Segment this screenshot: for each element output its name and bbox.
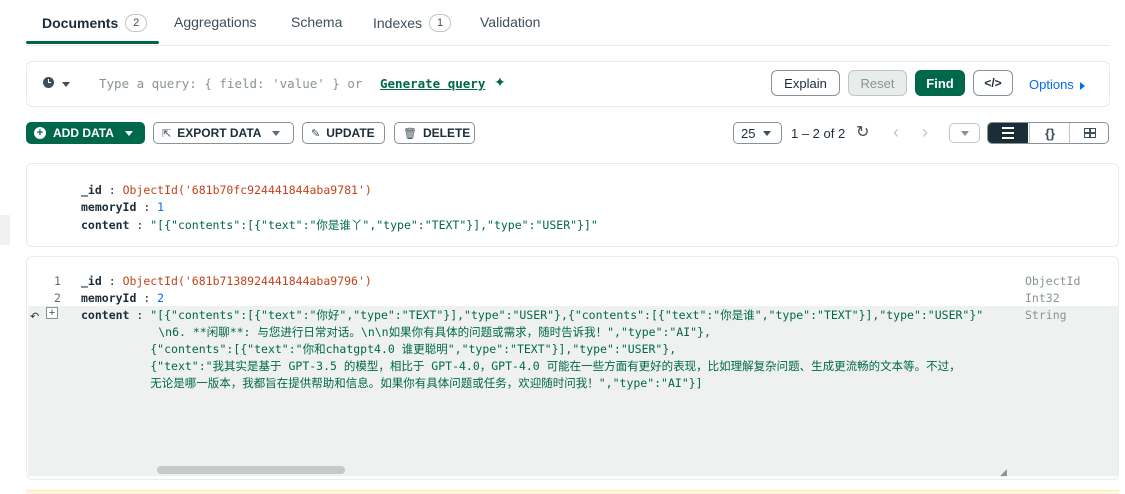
field-row: memoryId : 2: [81, 291, 165, 305]
field-type: String: [1025, 308, 1067, 322]
explain-button[interactable]: Explain: [771, 70, 840, 96]
field-value: ObjectId('681b7138924441844aba9796'): [122, 274, 372, 288]
content-field[interactable]: content : "[{"contents":[{"text":"你好","t…: [81, 307, 983, 392]
pagination-range: 1 – 2 of 2: [791, 126, 846, 141]
tab-indexes[interactable]: Indexes 1: [373, 14, 452, 32]
tab-label: Aggregations: [174, 14, 257, 30]
field-key: content: [81, 218, 130, 232]
field-key: _id: [81, 183, 102, 197]
chevron-down-icon: [763, 130, 772, 136]
tab-aggregations[interactable]: Aggregations: [174, 14, 257, 30]
view-toggle-group: {}: [987, 122, 1109, 144]
content-line: {"contents":[{"text":"你和chatgpt4.0 谁更聪明"…: [150, 342, 677, 356]
field-key: _id: [81, 274, 102, 288]
field-row: memoryId : 1: [81, 200, 165, 214]
chevron-down-icon: [961, 131, 969, 136]
export-icon: ⇱: [162, 127, 172, 140]
content-line: "[{"contents":[{"text":"你好","type":"TEXT…: [150, 308, 984, 322]
tab-documents[interactable]: Documents 2: [42, 14, 148, 32]
sparkle-icon: ✦: [494, 74, 506, 90]
add-data-button[interactable]: + ADD DATA: [26, 122, 145, 144]
export-data-label: EXPORT DATA: [177, 126, 262, 140]
content-line: {"text":"我其实是基于 GPT-3.5 的模型，相比于 GPT-4.0，…: [150, 359, 961, 373]
table-view-button[interactable]: [1069, 123, 1108, 143]
field-row: _id : ObjectId('681b7138924441844aba9796…: [81, 274, 372, 288]
content-line: \n6. **闲聊**: 与您进行日常对话。\n\n如果你有具体的问题或需求，随…: [158, 325, 711, 339]
refresh-icon[interactable]: ↻: [856, 122, 869, 142]
collection-tabs: Documents 2 Aggregations Schema Indexes …: [26, 0, 1110, 46]
chevron-down-icon: [124, 130, 133, 136]
field-key: content: [81, 308, 130, 322]
field-key: memoryId: [81, 291, 137, 305]
update-button[interactable]: ✎ UPDATE: [302, 122, 385, 144]
field-type: ObjectId: [1025, 274, 1081, 288]
page-size-select[interactable]: 25: [733, 122, 782, 144]
field-type: Int32: [1025, 291, 1060, 305]
document-card[interactable]: _id : ObjectId('681b70fc924441844aba9781…: [26, 163, 1119, 247]
edit-footer-bar: [26, 490, 1119, 494]
options-label: Options: [1029, 77, 1074, 92]
field-value: ObjectId('681b70fc924441844aba9781'): [122, 183, 372, 197]
reset-button[interactable]: Reset: [848, 70, 907, 96]
document-card-editing[interactable]: 1 _id : ObjectId('681b7138924441844aba97…: [26, 256, 1119, 480]
field-value: "[{"contents":[{"text":"你是谁丫","type":"TE…: [150, 218, 598, 232]
find-button[interactable]: Find: [915, 70, 965, 96]
plus-icon: +: [34, 127, 46, 139]
delete-button[interactable]: 🗑 DELETE: [394, 122, 475, 144]
caret-right-icon: [1079, 81, 1085, 90]
horizontal-scrollbar[interactable]: [157, 466, 345, 474]
left-edge-strip: [0, 215, 10, 245]
page-size-value: 25: [741, 125, 756, 141]
tab-label: Schema: [291, 14, 343, 30]
list-view-button[interactable]: [988, 123, 1028, 143]
field-key: memoryId: [81, 200, 137, 214]
query-input[interactable]: Type a query: { field: 'value' } or: [99, 76, 362, 91]
code-toggle-button[interactable]: </>: [973, 70, 1013, 96]
tab-schema[interactable]: Schema: [291, 14, 342, 30]
field-row: content : "[{"contents":[{"text":"你是谁丫",…: [81, 218, 598, 232]
tab-label: Indexes: [373, 15, 423, 31]
braces-icon: {}: [1044, 125, 1056, 141]
tab-label: Validation: [480, 14, 541, 30]
line-number: 1: [54, 274, 61, 288]
field-value: 2: [157, 291, 165, 305]
tab-validation[interactable]: Validation: [480, 14, 540, 30]
json-view-button[interactable]: {}: [1029, 123, 1070, 143]
field-row: _id : ObjectId('681b70fc924441844aba9781…: [81, 183, 372, 197]
delete-label: DELETE: [422, 126, 471, 140]
resize-handle-icon[interactable]: ◢: [1000, 467, 1007, 478]
export-data-button[interactable]: ⇱ EXPORT DATA: [153, 122, 294, 144]
content-line: 无论是哪一版本，我都旨在提供帮助和信息。如果你有具体问题或任务，欢迎随时问我！"…: [150, 376, 703, 390]
active-tab-indicator: [26, 41, 159, 44]
view-options-select[interactable]: [949, 123, 980, 143]
add-data-label: ADD DATA: [53, 126, 114, 140]
chevron-right-icon[interactable]: ›: [922, 122, 928, 143]
trash-icon: 🗑: [403, 127, 417, 140]
tab-label: Documents: [42, 15, 119, 31]
table-icon: [1084, 128, 1096, 138]
field-value: 1: [157, 200, 165, 214]
query-bar: Type a query: { field: 'value' } or Gene…: [26, 61, 1110, 107]
chevron-down-icon: [272, 130, 281, 136]
chevron-down-icon[interactable]: [62, 82, 70, 87]
tab-count-badge: 1: [429, 14, 452, 32]
generate-query-link[interactable]: Generate query: [380, 76, 485, 91]
list-icon: [1002, 127, 1014, 139]
update-label: UPDATE: [326, 126, 375, 140]
history-clock-icon[interactable]: [43, 77, 54, 88]
add-field-button[interactable]: +: [46, 307, 58, 319]
options-toggle[interactable]: Options: [1029, 77, 1085, 92]
undo-icon[interactable]: ↶: [30, 310, 39, 323]
chevron-left-icon[interactable]: ‹: [893, 122, 899, 143]
line-number: 2: [54, 291, 61, 305]
pencil-icon: ✎: [311, 127, 321, 140]
tab-count-badge: 2: [125, 14, 148, 32]
